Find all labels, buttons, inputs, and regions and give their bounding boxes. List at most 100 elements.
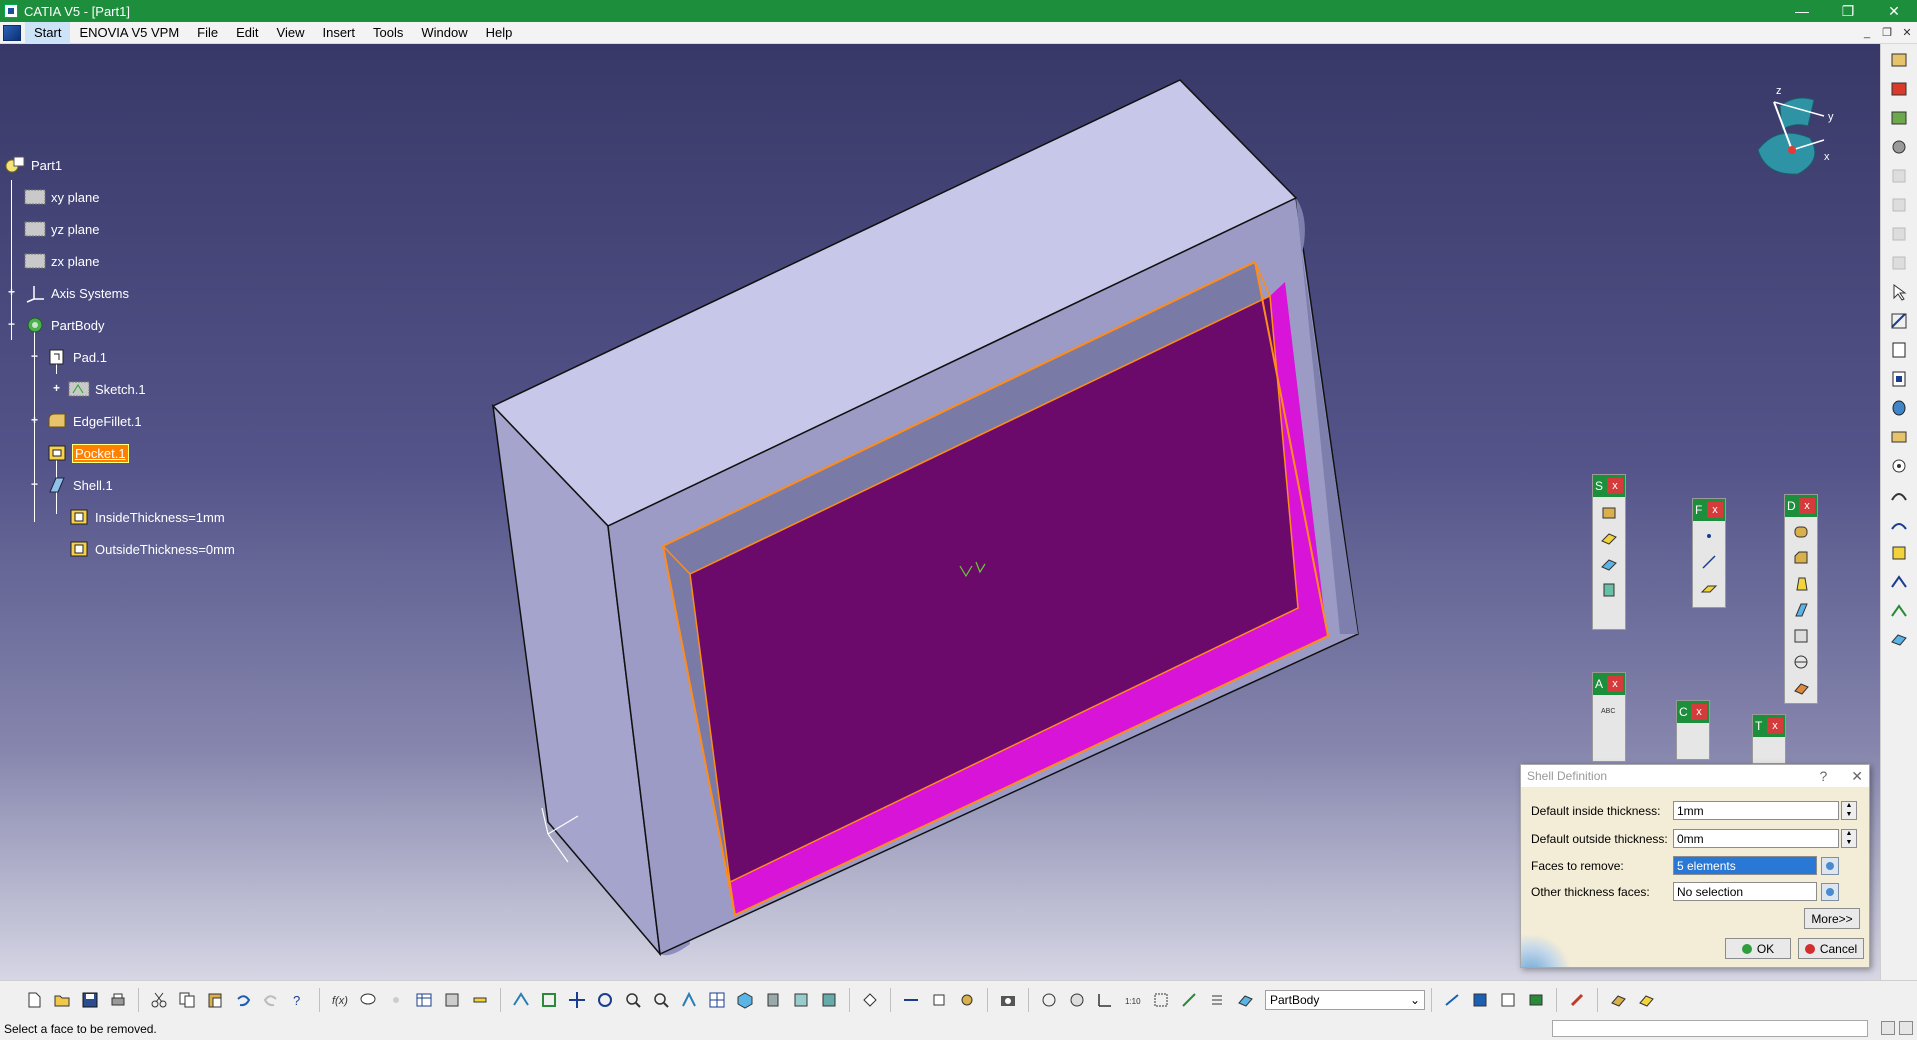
iso-view-icon[interactable] xyxy=(733,988,757,1012)
expand-sketch-icon[interactable]: + xyxy=(51,382,62,394)
faces-selection-list-icon[interactable] xyxy=(1821,856,1839,875)
solid-combine-icon[interactable] xyxy=(1886,540,1912,566)
menu-window[interactable]: Window xyxy=(412,22,476,44)
cut-icon[interactable] xyxy=(147,988,171,1012)
menu-edit[interactable]: Edit xyxy=(227,22,267,44)
floating-toolbar-constraints[interactable]: Cx xyxy=(1676,700,1710,760)
constraints-defined-icon[interactable] xyxy=(927,988,951,1012)
doc-restore-button[interactable]: ❐ xyxy=(1877,22,1897,44)
menu-enovia[interactable]: ENOVIA V5 VPM xyxy=(70,22,188,44)
outside-thickness-input[interactable]: 0mm xyxy=(1673,829,1839,848)
floating-toolbar-dress-up[interactable]: Dx xyxy=(1784,494,1818,704)
grid-icon[interactable] xyxy=(1496,988,1520,1012)
fillet-tool-icon[interactable] xyxy=(1790,521,1812,543)
tree-node-edgefillet[interactable]: EdgeFillet.1 xyxy=(46,410,142,432)
restore-button[interactable]: ❐ xyxy=(1825,0,1871,22)
other-selection-list-icon[interactable] xyxy=(1821,882,1839,901)
open-folder-icon[interactable] xyxy=(50,988,74,1012)
body-icon[interactable] xyxy=(1233,988,1257,1012)
other-thickness-field[interactable]: No selection xyxy=(1673,882,1817,901)
point-icon[interactable] xyxy=(1698,525,1720,547)
tree-node-axis-systems[interactable]: Axis Systems xyxy=(24,282,129,304)
pocket-feature-icon[interactable] xyxy=(1886,366,1912,392)
tree-node-yz-plane[interactable]: yz plane xyxy=(24,218,99,240)
floating-toolbar-references[interactable]: Fx xyxy=(1692,498,1726,608)
bounding-box-icon[interactable] xyxy=(1149,988,1173,1012)
draft-tool-icon[interactable] xyxy=(1790,573,1812,595)
comment-icon[interactable] xyxy=(356,988,380,1012)
zoom-in-icon[interactable] xyxy=(621,988,645,1012)
shaft-view-icon[interactable] xyxy=(1037,988,1061,1012)
dialog-close-button[interactable]: ✕ xyxy=(1851,768,1863,785)
toolbar-s-close-button[interactable]: x xyxy=(1607,478,1623,494)
constraint-icon[interactable] xyxy=(899,988,923,1012)
surface-icon[interactable] xyxy=(1598,527,1620,549)
tree-node-zx-plane[interactable]: zx plane xyxy=(24,250,99,272)
map-icon[interactable] xyxy=(1468,988,1492,1012)
list-icon[interactable] xyxy=(1205,988,1229,1012)
whats-this-icon[interactable]: ? xyxy=(287,988,311,1012)
toolbar-c-close-button[interactable]: x xyxy=(1691,704,1707,720)
analysis-icon[interactable] xyxy=(1177,988,1201,1012)
slot-icon[interactable] xyxy=(1886,511,1912,537)
cancel-button[interactable]: Cancel xyxy=(1798,938,1864,959)
tree-node-outside-thickness[interactable]: OutsideThickness=0mm xyxy=(68,538,235,560)
compass-widget[interactable]: z y x xyxy=(1738,64,1838,184)
toolbar-r-close-button[interactable]: x xyxy=(1707,502,1723,518)
multi-view-icon[interactable] xyxy=(705,988,729,1012)
multi-section-icon[interactable] xyxy=(1886,569,1912,595)
outside-thickness-spinner[interactable]: ▲ ▼ xyxy=(1841,829,1857,848)
fly-mode-icon[interactable] xyxy=(509,988,533,1012)
collapse-partbody-icon[interactable]: − xyxy=(6,318,17,330)
hole-icon[interactable] xyxy=(1886,453,1912,479)
new-file-icon[interactable] xyxy=(22,988,46,1012)
catalog-icon[interactable] xyxy=(440,988,464,1012)
expand-edgefillet-icon[interactable]: + xyxy=(29,414,40,426)
floating-toolbar-transformations[interactable]: Tx xyxy=(1752,714,1786,764)
expand-axis-systems-icon[interactable]: + xyxy=(6,286,17,298)
toolbar-a-close-button[interactable]: x xyxy=(1607,676,1623,692)
tree-node-part1[interactable]: Part1 xyxy=(4,154,62,176)
menu-insert[interactable]: Insert xyxy=(313,22,364,44)
tree-node-partbody[interactable]: PartBody xyxy=(24,314,104,336)
material-icon[interactable] xyxy=(1524,988,1548,1012)
faces-to-remove-field[interactable]: 5 elements xyxy=(1673,856,1817,875)
undo-icon[interactable] xyxy=(231,988,255,1012)
pad-feature-icon[interactable] xyxy=(1886,337,1912,363)
anchor-icon[interactable] xyxy=(955,988,979,1012)
sketch-tool-icon[interactable] xyxy=(1886,308,1912,334)
toolbar-d-close-button[interactable]: x xyxy=(1799,498,1815,514)
tree-node-sketch[interactable]: Sketch.1 xyxy=(68,378,146,400)
save-icon[interactable] xyxy=(78,988,102,1012)
menu-view[interactable]: View xyxy=(268,22,314,44)
formula-icon[interactable]: f(x) xyxy=(328,988,352,1012)
thick-surface-icon[interactable] xyxy=(1598,579,1620,601)
minimize-button[interactable]: — xyxy=(1779,0,1825,22)
capture-camera-icon[interactable] xyxy=(996,988,1020,1012)
shell-tool-icon[interactable] xyxy=(1790,599,1812,621)
globe-icon[interactable] xyxy=(1065,988,1089,1012)
toolbar-t-close-button[interactable]: x xyxy=(1767,718,1783,734)
menu-start[interactable]: Start xyxy=(25,21,71,44)
measure-icon[interactable] xyxy=(468,988,492,1012)
library-icon[interactable] xyxy=(1634,988,1658,1012)
tree-node-xy-plane[interactable]: xy plane xyxy=(24,186,99,208)
zoom-out-icon[interactable] xyxy=(649,988,673,1012)
print-icon[interactable] xyxy=(106,988,130,1012)
menu-file[interactable]: File xyxy=(188,22,227,44)
inside-thickness-input[interactable]: 1mm xyxy=(1673,801,1839,820)
settings-gear-icon[interactable] xyxy=(1886,134,1912,160)
more-button[interactable]: More>> xyxy=(1804,908,1860,929)
copy-icon[interactable] xyxy=(175,988,199,1012)
paste-icon[interactable] xyxy=(203,988,227,1012)
floating-toolbar-annotations[interactable]: Ax ABC xyxy=(1592,672,1626,762)
start-icon[interactable] xyxy=(3,24,21,41)
thread-tool-icon[interactable] xyxy=(1790,651,1812,673)
swap-visible-icon[interactable] xyxy=(817,988,841,1012)
current-body-select[interactable]: PartBody ⌄ xyxy=(1265,989,1425,1010)
normal-view-icon[interactable] xyxy=(677,988,701,1012)
tree-node-pocket[interactable]: Pocket.1 xyxy=(46,442,129,464)
line-icon[interactable] xyxy=(1698,551,1720,573)
sketcher-icon[interactable] xyxy=(1886,47,1912,73)
inside-thickness-spinner[interactable]: ▲ ▼ xyxy=(1841,801,1857,820)
